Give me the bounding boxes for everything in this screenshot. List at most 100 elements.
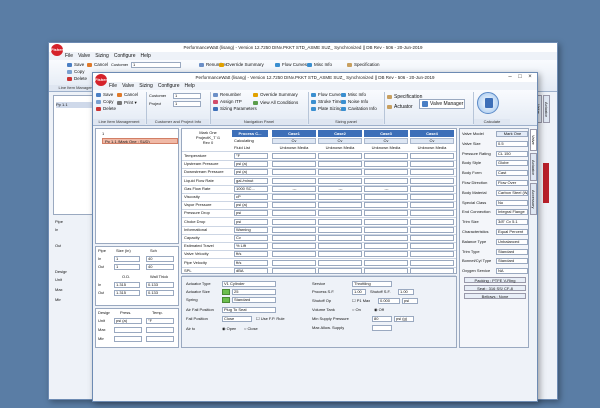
back-save-button[interactable]: Save (67, 62, 84, 68)
process-row-case2-value[interactable] (318, 243, 362, 250)
back-specification-button[interactable]: Specification (347, 62, 380, 68)
back-copy-button[interactable]: Copy (67, 69, 85, 75)
air-to-open-radio[interactable]: ◉ Open (222, 326, 236, 332)
process-row-unit[interactable]: cP (234, 194, 268, 200)
process-row-unit[interactable]: 1000 SC... (234, 185, 268, 192)
specification-button[interactable]: Specification (387, 94, 422, 100)
back-delete-button[interactable]: Delete (67, 76, 87, 82)
process-row-case2-value[interactable] (318, 267, 362, 274)
process-row-case4-value[interactable] (410, 153, 454, 159)
process-row-unit[interactable]: psi (a) (234, 161, 268, 168)
process-row-case1-value[interactable] (272, 218, 316, 225)
menu-sizing[interactable]: Sizing (139, 82, 153, 90)
cancel-button[interactable]: Cancel (117, 92, 138, 98)
valve-row-value[interactable]: CL 150 (496, 150, 528, 157)
back-cancel-button[interactable]: Cancel (87, 62, 108, 68)
back-customer-input[interactable]: 1 (131, 62, 181, 68)
valve-row-value[interactable]: Carbon Steel (WCC) (496, 189, 528, 196)
process-row-case1-value[interactable] (272, 243, 316, 250)
process-row-case3-value[interactable] (364, 161, 408, 168)
back-menu-sizing[interactable]: Sizing (95, 52, 109, 60)
save-button[interactable]: Save (96, 92, 113, 98)
case4-calc[interactable]: Cv (410, 138, 454, 144)
volume-tank-on-radio[interactable]: ○ On (352, 307, 361, 313)
valve-row-value[interactable]: NA (496, 268, 528, 275)
tree-item-selected[interactable]: Pp 1.1 (Mark One : SUD) (102, 138, 178, 144)
case2-header[interactable]: Case2 (318, 130, 362, 137)
process-row-case3-value[interactable] (364, 243, 408, 250)
process-row-unit[interactable]: Cv (234, 235, 268, 241)
case3-header[interactable]: Case3 (364, 130, 408, 137)
process-row-case4-value[interactable] (410, 226, 454, 233)
process-row-unit[interactable]: Warning (234, 226, 268, 233)
fail-position-select[interactable]: Close (222, 316, 252, 322)
process-row-unit[interactable]: dBA (234, 267, 268, 274)
valve-row-value[interactable]: Cast (496, 170, 528, 177)
process-row-case3-value[interactable] (364, 267, 408, 274)
process-row-case4-value[interactable] (410, 177, 454, 184)
p1-max-checkbox[interactable]: ☐ P1 Max (352, 298, 370, 304)
process-row-case2-value[interactable] (318, 177, 362, 184)
process-row-case2-value[interactable] (318, 259, 362, 266)
back-side-tab-actuator[interactable]: Actuator (543, 95, 550, 123)
process-row-case4-value[interactable] (410, 218, 454, 225)
delete-button[interactable]: Delete (96, 106, 116, 112)
process-row-case2-value[interactable] (318, 218, 362, 225)
menu-configure[interactable]: Configure (158, 82, 180, 90)
process-row-case4-value[interactable] (410, 210, 454, 217)
process-row-case2-value[interactable] (318, 153, 362, 159)
pipe-in-sch[interactable]: 40 (146, 256, 174, 262)
valve-row-value[interactable]: No (496, 199, 528, 206)
process-row-case2-value[interactable] (318, 226, 362, 233)
side-tab-actuator[interactable]: Actuator (530, 153, 537, 181)
sizing-parameters-button[interactable]: Sizing Parameters (213, 106, 257, 112)
back-menu-help[interactable]: Help (141, 52, 151, 60)
actuator-type-select[interactable]: V1 Cylinder (222, 281, 276, 287)
process-row-case1-value[interactable] (272, 202, 316, 209)
bellows-button[interactable]: Bellows : None (464, 293, 526, 299)
tree-root[interactable]: 1 (102, 131, 104, 137)
process-row-case3-value[interactable] (364, 194, 408, 200)
wall-out-value[interactable]: 0.133 (146, 290, 174, 296)
process-row-case3-value[interactable] (364, 210, 408, 217)
process-row-case4-value[interactable] (410, 161, 454, 168)
case2-calc[interactable]: Cv (318, 138, 362, 144)
process-row-case3-value[interactable] (364, 259, 408, 266)
packing-button[interactable]: Packing : PTFE V-Ring (464, 277, 526, 283)
process-row-case1-value[interactable] (272, 161, 316, 168)
process-sf-input[interactable]: 1.00 (352, 289, 366, 295)
back-tree-item[interactable]: Pp 1.1 (56, 102, 94, 108)
pipe-out-sch[interactable]: 40 (146, 264, 174, 270)
valve-row-value[interactable]: 0.5 (496, 140, 528, 147)
back-misc-info-button[interactable]: Misc Info (307, 62, 332, 68)
valve-row-value[interactable]: Unbalanced (496, 238, 528, 245)
process-row-case4-value[interactable] (410, 194, 454, 200)
design-min-temp[interactable] (146, 336, 174, 342)
print-button[interactable]: Print ▾ (117, 100, 137, 106)
seat-button[interactable]: Seat : 316 SS/ CF-8 (464, 285, 526, 291)
valve-row-value[interactable]: Standard (496, 248, 528, 255)
back-menu-valve[interactable]: Valve (78, 52, 90, 60)
valve-row-value[interactable]: Globe (496, 160, 528, 167)
process-row-case2-value[interactable] (318, 251, 362, 258)
back-flow-curves-button[interactable]: Flow Curves (275, 62, 307, 68)
process-row-case2-value[interactable] (318, 169, 362, 176)
valve-manager-button[interactable]: Valve Manager (419, 99, 465, 109)
view-all-conditions-button[interactable]: View All Conditions (253, 100, 298, 106)
design-max-temp[interactable] (146, 327, 174, 333)
back-override-summary-button[interactable]: Override Summary (219, 62, 264, 68)
process-row-case1-value[interactable] (272, 235, 316, 241)
case1-header[interactable]: Case1 (272, 130, 316, 137)
process-row-case2-value[interactable] (318, 161, 362, 168)
minimize-button[interactable]: – (505, 73, 515, 81)
process-row-case1-value[interactable] (272, 169, 316, 176)
actuator-size-select[interactable]: 25 (232, 289, 276, 295)
stroke-time-button[interactable]: Stroke Time (311, 99, 342, 105)
process-row-case2-value[interactable] (318, 210, 362, 217)
menu-help[interactable]: Help (185, 82, 195, 90)
back-menu-file[interactable]: File (65, 52, 73, 60)
valve-row-value[interactable]: Equal Percent (496, 229, 528, 235)
design-press-unit[interactable]: psi (a) (114, 318, 142, 324)
override-summary-button[interactable]: Override Summary (253, 92, 298, 98)
process-row-case4-value[interactable] (410, 169, 454, 176)
